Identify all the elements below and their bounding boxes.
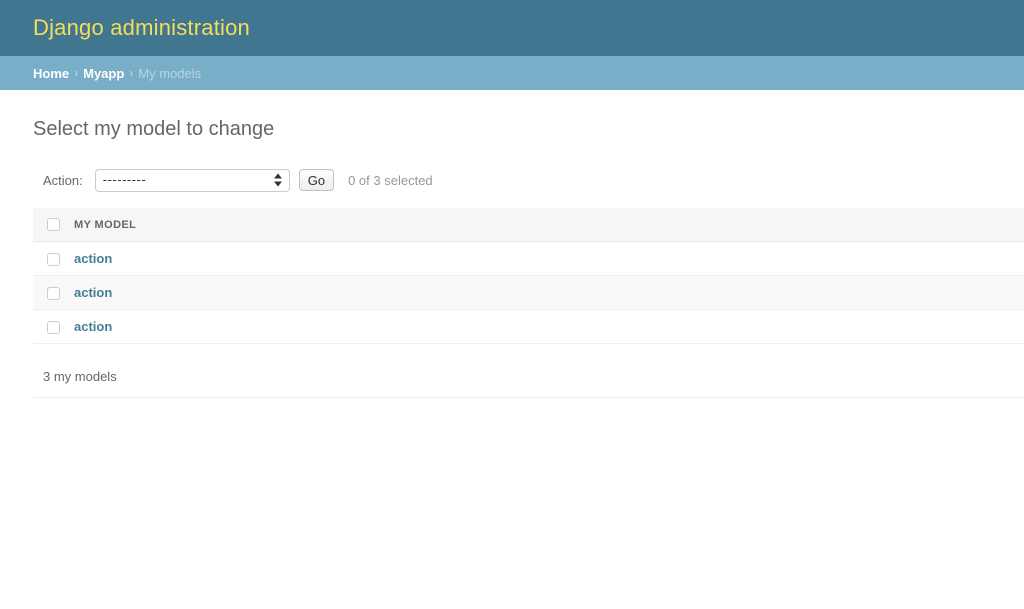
row-select-cell [33,241,64,277]
action-toolbar: Action: --------- Go 0 of 3 selected [33,163,991,197]
action-label: Action: [43,172,83,188]
main-content: Select my model to change Action: ------… [0,117,1024,399]
row-cell-my-model: action [64,275,1024,311]
site-header: Django administration [0,0,1024,56]
go-button[interactable]: Go [298,169,335,191]
row-link[interactable]: action [74,251,112,266]
select-all-checkbox[interactable] [47,218,60,231]
table-row: action [33,309,1024,345]
changelist: Action: --------- Go 0 of 3 selected MY … [33,163,1024,399]
row-link[interactable]: action [74,319,112,334]
breadcrumb-separator-icon: › [74,66,79,80]
row-select-checkbox[interactable] [47,253,60,267]
row-select-checkbox[interactable] [47,321,60,335]
action-select[interactable]: --------- [94,168,290,192]
row-select-cell [33,275,64,311]
column-header-my-model[interactable]: MY MODEL [64,208,1024,242]
results-table: MY MODEL action action action [33,208,1024,345]
breadcrumb-item-home[interactable]: Home [33,66,69,81]
breadcrumb-separator-icon: › [129,66,134,80]
row-select-checkbox[interactable] [47,287,60,301]
table-head: MY MODEL [33,208,1024,242]
select-all-column [33,208,64,242]
result-count: 3 my models [33,357,1024,399]
table-body: action action action [33,241,1024,345]
table-row: action [33,275,1024,311]
row-link[interactable]: action [74,285,112,300]
page-title: Select my model to change [33,118,275,140]
row-cell-my-model: action [64,309,1024,345]
breadcrumb-item-myapp[interactable]: Myapp [83,66,124,81]
selection-counter: 0 of 3 selected [348,172,433,188]
row-select-cell [33,309,64,345]
table-row: action [33,241,1024,277]
breadcrumb-item-my-models: My models [138,65,202,81]
action-select-wrapper: --------- [94,168,290,192]
table-header-row: MY MODEL [33,208,1024,242]
breadcrumb: Home › Myapp › My models [0,56,1024,90]
site-title: Django administration [33,15,250,40]
row-cell-my-model: action [64,241,1024,277]
